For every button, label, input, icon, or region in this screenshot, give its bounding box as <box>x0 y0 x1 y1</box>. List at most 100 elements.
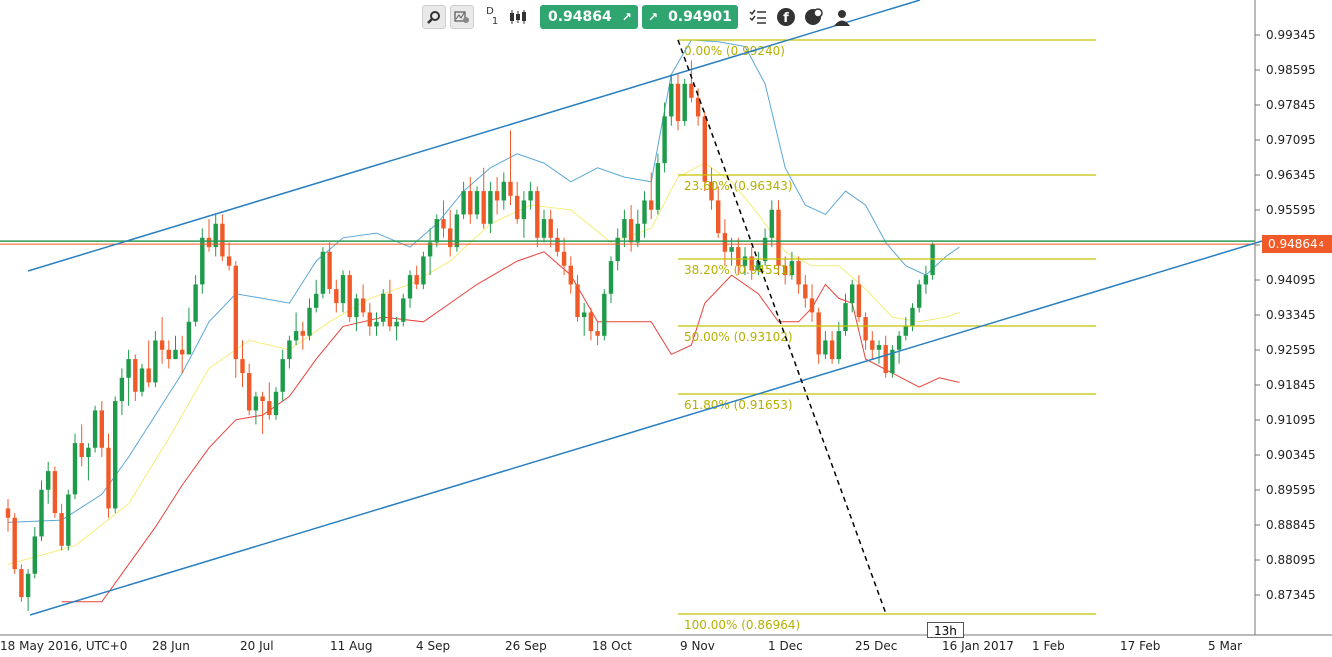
candle-body <box>280 359 285 392</box>
candle-body <box>86 447 91 458</box>
fib-level-label: 23.60% (0.96343) <box>684 179 793 193</box>
price-tick-label: 0.88845 <box>1266 518 1316 532</box>
magnifier-icon[interactable] <box>422 5 446 29</box>
candle-body <box>5 508 11 518</box>
time-tick-label: 16 Jan 2017 <box>942 639 1014 653</box>
candle-body <box>253 396 259 411</box>
candle-body <box>25 573 31 598</box>
candle-body <box>240 359 245 374</box>
candle-body <box>776 209 781 266</box>
candle-body <box>829 340 835 360</box>
sell-arrow-icon: ↗ <box>621 10 632 24</box>
timeframe-selector[interactable]: D 1 <box>478 5 502 29</box>
candle-body <box>387 293 393 327</box>
candle[interactable] <box>347 270 352 322</box>
buy-arrow-icon: ↗ <box>648 10 659 24</box>
time-tick-label: 28 Jun <box>152 639 190 653</box>
time-tick-label: 9 Nov <box>680 639 715 653</box>
candle[interactable] <box>52 466 58 518</box>
candle-body <box>863 317 868 341</box>
candle[interactable] <box>917 279 922 313</box>
time-tick-label: 18 May 2016, UTC+0 <box>0 639 127 653</box>
candle-body <box>293 331 299 341</box>
fib-level-label: 50.00% (0.93102) <box>684 330 793 344</box>
candle[interactable] <box>930 242 935 280</box>
candle-body <box>474 191 480 215</box>
candle-body <box>803 284 808 299</box>
candle-body <box>669 83 674 117</box>
candle-body <box>334 289 339 304</box>
candle-body <box>675 83 681 122</box>
candle-body <box>139 368 145 392</box>
candle-body <box>367 312 372 327</box>
candle[interactable] <box>12 513 17 574</box>
candle-body <box>468 191 473 215</box>
candle[interactable] <box>320 247 326 299</box>
candle-body <box>796 261 801 285</box>
candle-body <box>602 293 607 336</box>
candle-body <box>233 265 238 360</box>
candle-body <box>917 284 922 308</box>
candlestick-icon[interactable] <box>506 5 530 29</box>
chart-settings-icon[interactable] <box>450 5 474 29</box>
candle-body <box>220 223 225 257</box>
candle[interactable] <box>113 396 118 514</box>
candle-body <box>622 219 627 238</box>
candle-body <box>689 83 694 98</box>
candle-body <box>92 410 98 448</box>
candle-body <box>153 340 158 383</box>
candle[interactable] <box>72 433 78 500</box>
candle-body <box>836 331 841 360</box>
candle-body <box>247 373 252 411</box>
price-tick-label: 0.97095 <box>1266 133 1316 147</box>
candle[interactable] <box>273 387 279 420</box>
price-tick-label: 0.94095 <box>1266 273 1316 287</box>
candle-body <box>535 191 540 238</box>
sentiment-icon[interactable] <box>802 5 826 29</box>
candle-body <box>729 247 734 252</box>
candle-body <box>461 191 466 215</box>
candle-body <box>133 359 138 392</box>
price-tick-label: 0.95595 <box>1266 203 1316 217</box>
fundamentals-icon[interactable]: f <box>774 5 798 29</box>
candle-body <box>608 261 614 294</box>
candle-body <box>166 349 171 360</box>
candle-body <box>113 401 118 509</box>
candle-body <box>903 326 908 336</box>
time-tick-label: 1 Dec <box>768 639 803 653</box>
candle-body <box>159 340 165 350</box>
candle[interactable] <box>454 209 460 252</box>
candle[interactable] <box>474 186 480 220</box>
sell-button[interactable]: 0.94864 ↗ <box>540 5 638 29</box>
indicators-list-icon[interactable] <box>746 5 770 29</box>
candle-body <box>521 200 527 220</box>
price-tick-label: 0.91845 <box>1266 378 1316 392</box>
candle-body <box>12 517 17 570</box>
candle-body <box>541 219 547 238</box>
candle[interactable] <box>602 289 607 341</box>
candle[interactable] <box>200 228 205 294</box>
candle[interactable] <box>92 405 98 453</box>
time-tick-label: 25 Dec <box>855 639 897 653</box>
candle[interactable] <box>66 489 71 551</box>
candle[interactable] <box>421 251 426 290</box>
price-tick-label: 0.93345 <box>1266 308 1316 322</box>
candle-body <box>515 195 520 220</box>
time-tick-label: 11 Aug <box>330 639 373 653</box>
price-tick-label: 0.90345 <box>1266 448 1316 462</box>
candle-body <box>200 237 205 285</box>
candle[interactable] <box>682 79 687 126</box>
price-chart[interactable]: 0.00% (0.99240)23.60% (0.96343)38.20% (0… <box>0 0 1332 657</box>
candle[interactable] <box>890 345 895 378</box>
candle[interactable] <box>401 293 406 327</box>
candle-body <box>588 312 594 332</box>
candle[interactable] <box>19 564 24 602</box>
candle[interactable] <box>434 214 439 248</box>
candle[interactable] <box>381 289 386 327</box>
candle-body <box>501 181 506 201</box>
candle-body <box>575 284 580 318</box>
buy-button[interactable]: ↗ 0.94901 <box>642 5 738 29</box>
candle-body <box>441 219 446 229</box>
candle[interactable] <box>139 363 145 397</box>
trader-icon[interactable] <box>830 5 854 29</box>
